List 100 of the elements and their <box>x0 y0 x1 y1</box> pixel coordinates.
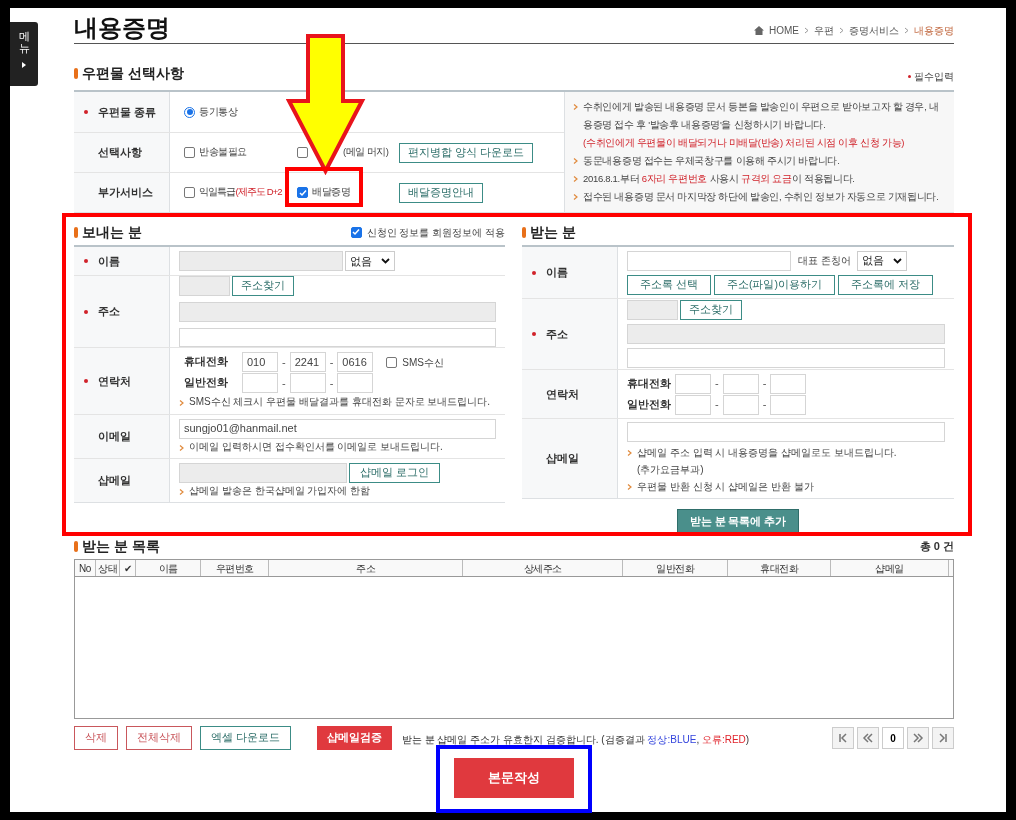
phone-field[interactable] <box>337 373 374 393</box>
address-search-button[interactable]: 주소찾기 <box>232 276 294 296</box>
email-field[interactable]: sungjo01@hanmail.net <box>179 418 496 439</box>
name-field[interactable] <box>627 250 791 271</box>
side-menu-tab[interactable]: 메뉴 <box>10 22 38 86</box>
checkbox[interactable] <box>386 356 398 368</box>
phone-field[interactable] <box>289 373 326 393</box>
option-label: (메일 머지) <box>343 145 389 160</box>
chevron-icon <box>839 27 844 34</box>
column-header: 상세주소 <box>463 560 623 576</box>
help-text: 이메일 입력하시면 접수확인서를 이메일로 보내드립니다. <box>189 439 443 454</box>
row-label: 샵메일 <box>546 451 579 467</box>
help-text: 샵메일 주소 입력 시 내용증명을 샵메일로도 보내드립니다. <box>637 446 897 460</box>
column-header: 일반전화 <box>623 560 728 576</box>
checkbox[interactable] <box>184 147 195 158</box>
row-label: 이름 <box>98 253 120 269</box>
chevron-icon <box>804 27 809 34</box>
phone-field[interactable] <box>675 394 711 415</box>
list-action-button[interactable]: 삭제 <box>74 726 118 750</box>
address-field[interactable] <box>627 324 945 344</box>
verify-note: 받는 분 샵메일 주소가 유효한지 검증합니다. (검증결과 정상:BLUE, 오류:RED) <box>401 732 750 747</box>
address-book-button[interactable]: 주소록에 저장 <box>837 274 933 295</box>
option-label: SMS수신 <box>402 355 444 370</box>
list-action-button[interactable]: 샵메일검증 <box>316 726 392 750</box>
row-label: 우편물 종류 <box>98 104 157 120</box>
shopmail-login-button[interactable]: 샵메일 로그인 <box>349 462 440 483</box>
bullet-icon <box>179 444 184 451</box>
row-label: 주소 <box>546 326 568 342</box>
honorific-select[interactable]: 없음 <box>856 250 907 271</box>
breadcrumb-link[interactable]: 우편 <box>814 23 834 38</box>
postcode-field[interactable] <box>179 276 230 296</box>
address-book-button[interactable]: 주소록 선택 <box>627 274 711 295</box>
list-action-button[interactable]: 엑셀 다운로드 <box>200 726 291 750</box>
phone-field[interactable]: 010 <box>242 352 278 372</box>
chevron-down-icon <box>892 257 902 264</box>
address-search-button[interactable]: 주소찾기 <box>680 300 742 320</box>
row-label: 이름 <box>546 265 568 281</box>
last-page-icon[interactable] <box>932 727 954 749</box>
dash-separator: - <box>329 354 334 370</box>
previous-page-icon[interactable] <box>857 727 879 749</box>
caret-icon <box>22 62 26 69</box>
checkbox[interactable] <box>350 226 362 238</box>
info-button[interactable]: 배달증명안내 <box>399 182 483 203</box>
help-text: SMS수신 체크시 우편물 배달결과를 휴대전화 문자로 보내드립니다. <box>189 395 491 409</box>
phone-field[interactable] <box>242 373 278 393</box>
notice-text: 2016.8.1.부터 6자리 우편번호 사용시 규격외 요금이 적용됩니다. <box>583 172 855 186</box>
phone-field[interactable] <box>722 373 759 394</box>
phone-field[interactable] <box>675 373 711 394</box>
checkbox[interactable] <box>297 187 308 198</box>
chevron-down-icon <box>381 258 390 264</box>
column-header: 휴대전화 <box>728 560 831 576</box>
phone-field[interactable]: 0616 <box>337 352 374 372</box>
dash-separator: - <box>282 375 286 391</box>
checkbox[interactable] <box>184 187 195 198</box>
notice-text: 수취인에게 발송된 내용증명 문서 등본을 발송인이 우편으로 받아보고자 할 경우, 내용증명 접수 후 '발송후 내용증명'을 신청하시기 바랍니다. <box>583 100 940 132</box>
phone-field[interactable] <box>770 394 807 415</box>
dash-separator: - <box>715 397 719 413</box>
field-label: 휴대전화 <box>627 375 672 391</box>
honorific-select[interactable]: 없음 <box>345 251 395 271</box>
breadcrumb-link[interactable]: 증명서비스 <box>849 23 899 38</box>
option-label: 등기통상 <box>199 104 237 119</box>
required-mark-icon <box>908 75 911 78</box>
notice-text: 접수된 내용증명 문서 마지막장 하단에 발송인, 수취인 정보가 자동으로 기재됩니다. <box>583 190 939 204</box>
total-count: 총 0 건 <box>919 538 954 554</box>
postcode-field[interactable] <box>627 300 678 320</box>
option-label: 배달증명 <box>312 185 350 200</box>
checkbox[interactable] <box>297 147 308 158</box>
phone-field[interactable]: 2241 <box>289 352 326 372</box>
list-action-button[interactable]: 전체삭제 <box>126 726 192 750</box>
option-label: 신청인 정보를 회원정보에 적용 <box>366 225 505 240</box>
page-number: 0 <box>882 727 904 749</box>
next-page-icon[interactable] <box>907 727 929 749</box>
column-header: ✔ <box>120 560 136 576</box>
help-text: (추가요금부과) <box>637 463 704 477</box>
address-detail-field[interactable] <box>179 327 496 347</box>
column-header: 주소 <box>269 560 463 576</box>
breadcrumb-link[interactable]: 내용증명 <box>914 23 954 38</box>
phone-field[interactable] <box>770 373 807 394</box>
column-header: 상태 <box>96 560 120 576</box>
shopmail-field[interactable] <box>179 462 347 483</box>
address-field[interactable] <box>179 302 496 322</box>
field-label: 일반전화 <box>184 375 229 391</box>
breadcrumb-link[interactable]: HOME <box>769 23 799 38</box>
help-text: 샵메일 발송은 한국샵메일 가입자에 한함 <box>189 483 371 498</box>
option-label: 익일특급(제주도 D+2 <box>199 185 282 200</box>
add-to-list-button[interactable]: 받는 분 목록에 추가 <box>676 509 800 535</box>
column-header: 샵메일 <box>831 560 949 576</box>
download-button[interactable]: 편지병합 양식 다운로드 <box>399 142 533 163</box>
row-label: 선택사항 <box>98 145 142 161</box>
compose-button[interactable]: 본문작성 <box>454 758 574 798</box>
address-book-button[interactable]: 주소(파일)이용하기 <box>713 274 835 295</box>
field-label: 대표 존칭어 <box>798 254 851 268</box>
dash-separator: - <box>715 376 719 392</box>
phone-field[interactable] <box>722 394 759 415</box>
address-detail-field[interactable] <box>627 348 945 368</box>
notice-text: 동문내용증명 접수는 우체국창구를 이용해 주시기 바랍니다. <box>583 154 840 168</box>
shopmail-field[interactable] <box>627 422 945 442</box>
column-header: 이름 <box>136 560 201 576</box>
first-page-icon[interactable] <box>832 727 854 749</box>
name-field[interactable] <box>179 251 343 271</box>
